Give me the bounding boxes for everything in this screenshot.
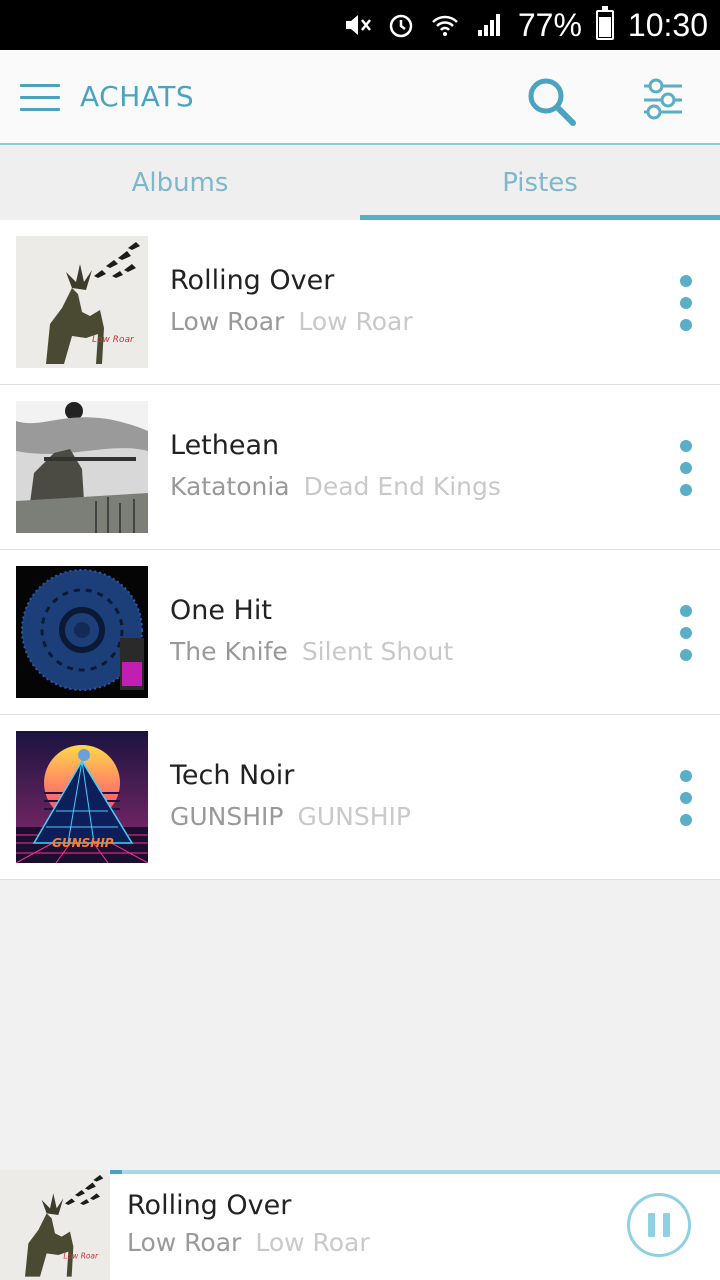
- status-bar: 77% 10:30: [0, 0, 720, 50]
- wifi-icon: [430, 10, 460, 40]
- tab-bar: Albums Pistes: [0, 145, 720, 220]
- svg-text:Low Roar: Low Roar: [92, 335, 135, 345]
- now-playing-album: Low Roar: [255, 1228, 370, 1257]
- track-subtitle: The Knife Silent Shout: [170, 637, 453, 666]
- track-artist: Katatonia: [170, 472, 290, 501]
- pause-icon[interactable]: [627, 1193, 691, 1257]
- now-playing-bar[interactable]: Low Roar Rolling Over Low Roar Low Roar: [0, 1170, 720, 1280]
- tab-albums[interactable]: Albums: [0, 145, 360, 220]
- album-cover: GUNSHIP: [16, 731, 148, 863]
- track-title: One Hit: [170, 595, 272, 626]
- track-album: Low Roar: [298, 307, 413, 336]
- page-title: ACHATS: [80, 80, 195, 113]
- track-artist: Low Roar: [170, 307, 285, 336]
- more-options-icon[interactable]: [674, 605, 698, 661]
- filter-icon[interactable]: [638, 74, 688, 124]
- now-playing-artist: Low Roar: [127, 1228, 242, 1257]
- search-icon[interactable]: [522, 72, 580, 130]
- clock: 10:30: [627, 6, 708, 43]
- track-row[interactable]: GUNSHIP Tech Noir GUNSHIP GUNSHIP: [0, 715, 720, 880]
- app-bar: ACHATS: [0, 50, 720, 145]
- track-subtitle: GUNSHIP GUNSHIP: [170, 802, 411, 831]
- track-subtitle: Low Roar Low Roar: [170, 307, 413, 336]
- battery-percent: 77%: [517, 6, 582, 43]
- mute-icon: [342, 10, 372, 40]
- track-artist: The Knife: [170, 637, 288, 666]
- playback-progress[interactable]: [110, 1170, 720, 1174]
- album-cover: [16, 401, 148, 533]
- more-options-icon[interactable]: [674, 770, 698, 826]
- track-album: Dead End Kings: [303, 472, 501, 501]
- signal-icon: [474, 10, 504, 40]
- track-album: Silent Shout: [301, 637, 454, 666]
- track-subtitle: Katatonia Dead End Kings: [170, 472, 501, 501]
- tab-pistes[interactable]: Pistes: [360, 145, 720, 220]
- track-title: Rolling Over: [170, 265, 335, 296]
- now-playing-subtitle: Low Roar Low Roar: [127, 1228, 370, 1257]
- album-cover: Low Roar: [16, 236, 148, 368]
- more-options-icon[interactable]: [674, 440, 698, 496]
- menu-icon[interactable]: [20, 84, 60, 112]
- track-album: GUNSHIP: [297, 802, 412, 831]
- alarm-icon: [386, 10, 416, 40]
- more-options-icon[interactable]: [674, 275, 698, 331]
- now-playing-cover: Low Roar: [0, 1170, 110, 1280]
- track-artist: GUNSHIP: [170, 802, 284, 831]
- battery-icon: [595, 6, 614, 40]
- track-row[interactable]: One Hit The Knife Silent Shout: [0, 550, 720, 715]
- svg-text:GUNSHIP: GUNSHIP: [52, 836, 114, 850]
- track-title: Tech Noir: [170, 760, 295, 791]
- track-title: Lethean: [170, 430, 280, 461]
- album-cover: [16, 566, 148, 698]
- track-row[interactable]: Low Roar Rolling Over Low Roar Low Roar: [0, 220, 720, 385]
- now-playing-title: Rolling Over: [127, 1190, 292, 1221]
- track-list: Low Roar Rolling Over Low Roar Low Roar L…: [0, 220, 720, 880]
- track-row[interactable]: Lethean Katatonia Dead End Kings: [0, 385, 720, 550]
- svg-text:Low Roar: Low Roar: [63, 1251, 99, 1260]
